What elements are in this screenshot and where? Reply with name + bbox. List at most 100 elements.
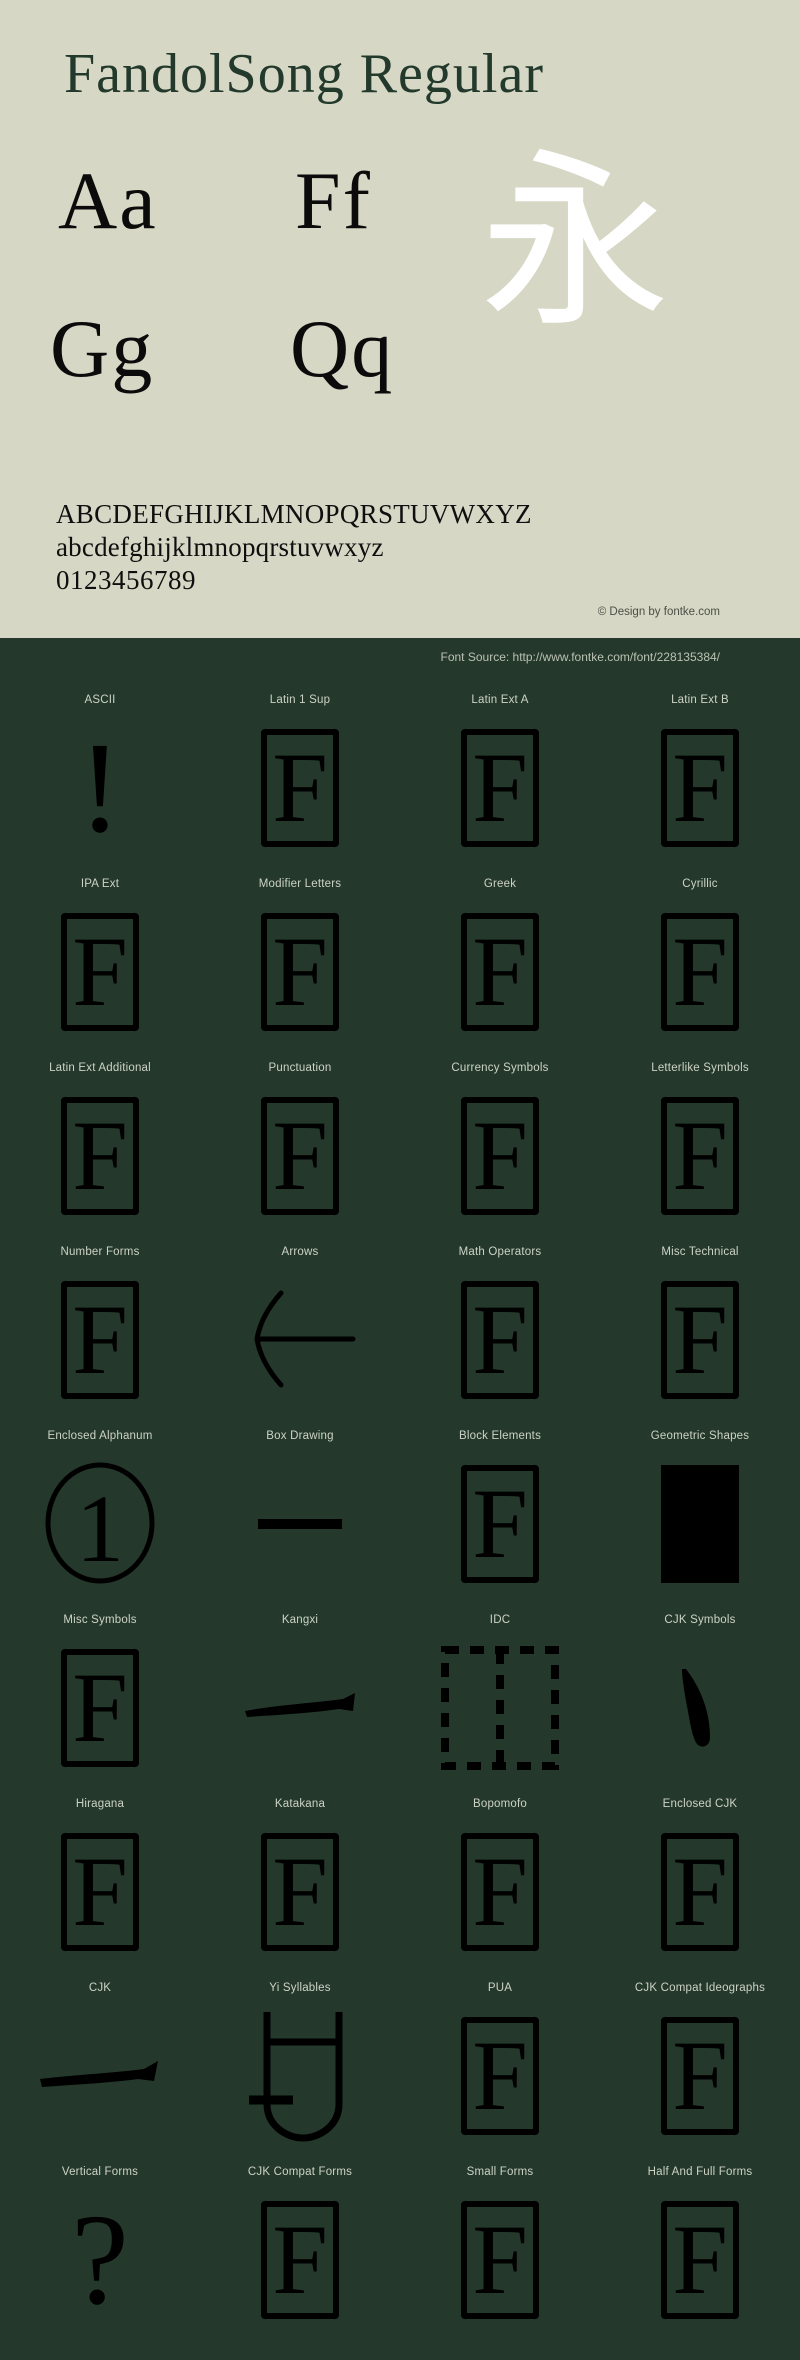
unicode-block-label: Enclosed CJK: [662, 1798, 738, 1810]
coverage-panel: Font Source: http://www.fontke.com/font/…: [0, 638, 800, 2360]
unicode-block-glyph: F: [400, 1446, 600, 1610]
unicode-block-cell[interactable]: Bopomofo F: [400, 1794, 600, 1978]
unicode-block-glyph: [200, 1446, 400, 1610]
design-credit: © Design by fontke.com: [597, 606, 720, 618]
notdef-letter: F: [72, 1100, 128, 1211]
notdef-box-glyph: F: [661, 1833, 739, 1951]
unicode-block-glyph: 1: [0, 1446, 200, 1610]
unicode-block-cell[interactable]: Hiragana F: [0, 1794, 200, 1978]
unicode-block-label: IPA Ext: [80, 878, 120, 890]
unicode-block-label: Vertical Forms: [61, 2166, 139, 2178]
unicode-block-cell[interactable]: Katakana F: [200, 1794, 400, 1978]
unicode-block-label: Math Operators: [458, 1246, 542, 1258]
font-specimen-page: FandolSong Regular Aa Ff Gg Qq 永 ABCDEFG…: [0, 0, 800, 2360]
unicode-block-glyph: F: [0, 1814, 200, 1978]
notdef-letter: F: [472, 732, 528, 843]
notdef-box-glyph: F: [461, 2201, 539, 2319]
notdef-letter: F: [272, 1100, 328, 1211]
notdef-letter: F: [472, 1468, 528, 1579]
unicode-block-label: Hiragana: [75, 1798, 125, 1810]
unicode-block-cell[interactable]: Letterlike Symbols F: [600, 1058, 800, 1242]
notdef-box-glyph: F: [661, 1097, 739, 1215]
unicode-block-cell[interactable]: Greek F: [400, 874, 600, 1058]
unicode-block-glyph: F: [200, 710, 400, 874]
unicode-block-cell[interactable]: CJK: [0, 1978, 200, 2162]
unicode-block-glyph: F: [600, 1078, 800, 1242]
unicode-block-cell[interactable]: CJK Compat Forms F: [200, 2162, 400, 2346]
glyph-pair-gg: Gg: [50, 303, 155, 394]
notdef-letter: F: [472, 2020, 528, 2131]
notdef-letter: F: [472, 1284, 528, 1395]
unicode-block-cell[interactable]: Punctuation F: [200, 1058, 400, 1242]
unicode-block-cell[interactable]: PUA F: [400, 1978, 600, 2162]
notdef-box-glyph: F: [661, 913, 739, 1031]
question-mark-glyph: ?: [71, 2188, 129, 2332]
notdef-box-glyph: F: [261, 1833, 339, 1951]
unicode-block-glyph: F: [400, 1814, 600, 1978]
unicode-block-label: Misc Symbols: [63, 1614, 137, 1626]
unicode-block-cell[interactable]: Number Forms F: [0, 1242, 200, 1426]
unicode-block-cell[interactable]: CJK Symbols: [600, 1610, 800, 1794]
unicode-block-cell[interactable]: Latin Ext B F: [600, 690, 800, 874]
unicode-block-cell[interactable]: Yi Syllables: [200, 1978, 400, 2162]
unicode-block-glyph: [600, 1630, 800, 1794]
glyph-pair-grid: Aa Ff Gg Qq: [50, 160, 470, 425]
unicode-block-cell[interactable]: Box Drawing: [200, 1426, 400, 1610]
unicode-block-label: Box Drawing: [266, 1430, 334, 1442]
unicode-block-cell[interactable]: Arrows: [200, 1242, 400, 1426]
unicode-block-label: Katakana: [274, 1798, 326, 1810]
notdef-letter: F: [672, 2020, 728, 2131]
unicode-block-cell[interactable]: Geometric Shapes: [600, 1426, 800, 1610]
unicode-block-cell[interactable]: Currency Symbols F: [400, 1058, 600, 1242]
unicode-block-cell[interactable]: IPA Ext F: [0, 874, 200, 1058]
unicode-block-cell[interactable]: Misc Technical F: [600, 1242, 800, 1426]
notdef-letter: F: [472, 1836, 528, 1947]
unicode-block-cell[interactable]: Vertical Forms?: [0, 2162, 200, 2346]
unicode-block-cell[interactable]: Latin Ext Additional F: [0, 1058, 200, 1242]
unicode-block-cell[interactable]: Math Operators F: [400, 1242, 600, 1426]
filled-rectangle-glyph: [661, 1465, 739, 1583]
notdef-letter: F: [672, 732, 728, 843]
unicode-block-glyph: [0, 1998, 200, 2162]
unicode-block-glyph: F: [200, 1814, 400, 1978]
unicode-block-cell[interactable]: Half And Full Forms F: [600, 2162, 800, 2346]
glyph-pair-qq: Qq: [290, 303, 395, 394]
digit-sequence: 0123456789: [56, 564, 196, 595]
unicode-block-cell[interactable]: Misc Symbols F: [0, 1610, 200, 1794]
unicode-block-glyph: F: [600, 1814, 800, 1978]
unicode-block-cell[interactable]: Latin Ext A F: [400, 690, 600, 874]
unicode-block-cell[interactable]: Cyrillic F: [600, 874, 800, 1058]
unicode-block-cell[interactable]: Enclosed Alphanum 1: [0, 1426, 200, 1610]
unicode-block-label: Latin Ext Additional: [49, 1062, 151, 1074]
alphabet-block: ABCDEFGHIJKLMNOPQRSTUVWXYZ abcdefghijklm…: [56, 498, 532, 597]
notdef-box-glyph: F: [461, 729, 539, 847]
unicode-block-glyph: [200, 1998, 400, 2162]
notdef-letter: F: [672, 2204, 728, 2315]
unicode-block-cell[interactable]: CJK Compat Ideographs F: [600, 1978, 800, 2162]
unicode-block-cell[interactable]: Enclosed CJK F: [600, 1794, 800, 1978]
unicode-block-label: Arrows: [281, 1246, 319, 1258]
font-source-link[interactable]: Font Source: http://www.fontke.com/font/…: [441, 650, 721, 664]
unicode-block-cell[interactable]: Small Forms F: [400, 2162, 600, 2346]
unicode-block-cell[interactable]: Block Elements F: [400, 1426, 600, 1610]
specimen-panel: FandolSong Regular Aa Ff Gg Qq 永 ABCDEFG…: [0, 0, 800, 638]
unicode-block-label: Greek: [483, 878, 517, 890]
unicode-block-label: ASCII: [84, 694, 116, 706]
unicode-block-cell[interactable]: Latin 1 Sup F: [200, 690, 400, 874]
notdef-box-glyph: F: [61, 913, 139, 1031]
unicode-block-cell[interactable]: IDC: [400, 1610, 600, 1794]
notdef-box-glyph: F: [261, 1097, 339, 1215]
unicode-block-glyph: F: [600, 1998, 800, 2162]
unicode-block-label: Yi Syllables: [269, 1982, 331, 1994]
notdef-letter: F: [272, 1836, 328, 1947]
unicode-block-cell[interactable]: Kangxi: [200, 1610, 400, 1794]
notdef-letter: F: [72, 1836, 128, 1947]
svg-text:1: 1: [76, 1475, 124, 1582]
notdef-box-glyph: F: [61, 1281, 139, 1399]
notdef-letter: F: [72, 1284, 128, 1395]
unicode-block-cell[interactable]: Modifier Letters F: [200, 874, 400, 1058]
unicode-block-cell[interactable]: ASCII!: [0, 690, 200, 874]
notdef-box-glyph: F: [661, 2201, 739, 2319]
notdef-letter: F: [472, 916, 528, 1027]
unicode-block-label: IDC: [489, 1614, 511, 1626]
